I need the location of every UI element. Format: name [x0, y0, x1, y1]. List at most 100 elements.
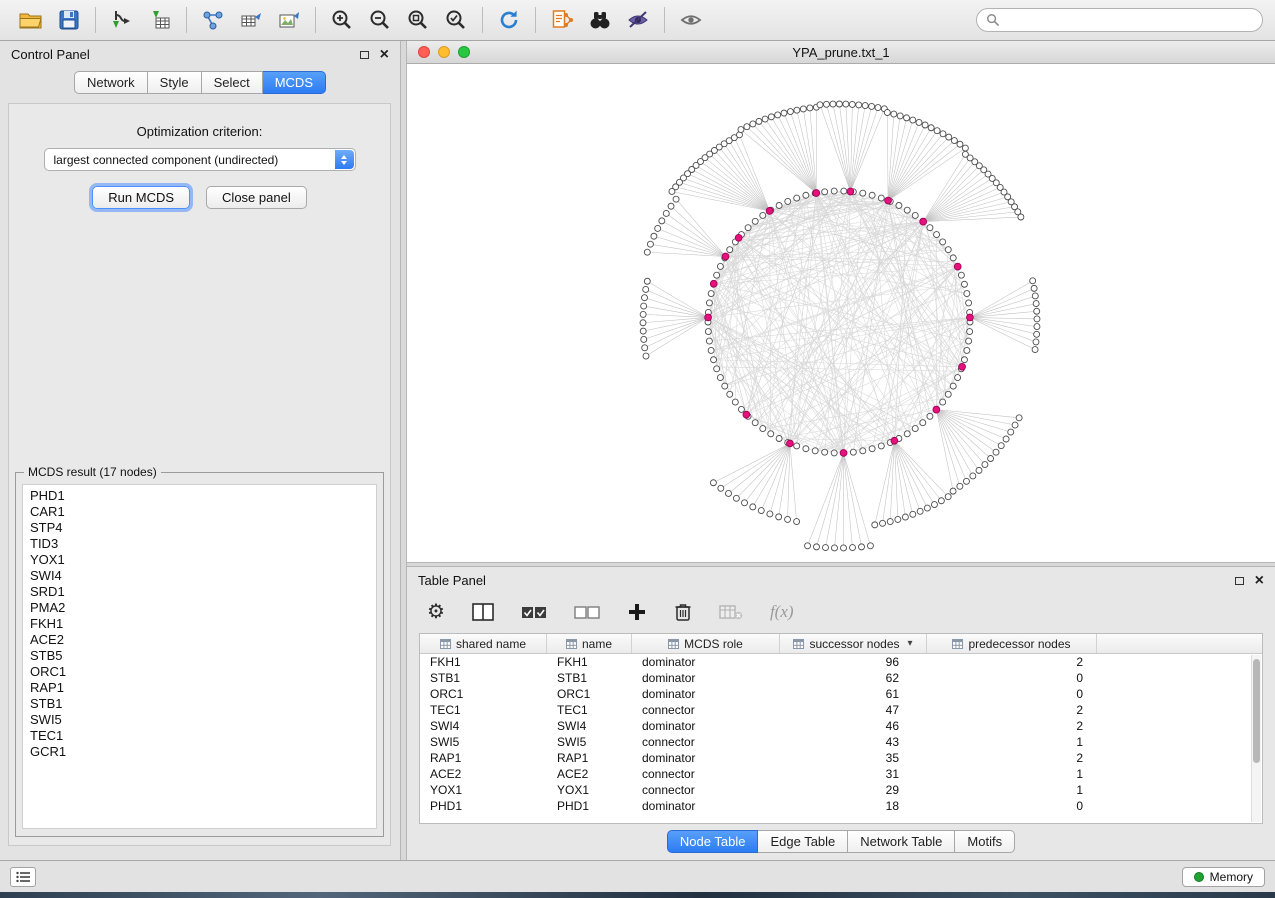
mcds-result-item[interactable]: PHD1 — [30, 488, 369, 504]
window-close-icon[interactable] — [418, 46, 430, 58]
column-header-predecessor-nodes[interactable]: predecessor nodes — [927, 634, 1097, 653]
table-row[interactable]: STB1STB1dominator620 — [420, 670, 1262, 686]
mcds-result-list[interactable]: PHD1CAR1STP4TID3YOX1SWI4SRD1PMA2FKH1ACE2… — [22, 484, 377, 829]
function-builder-button[interactable]: f(x) — [770, 602, 794, 622]
table-row[interactable]: SWI4SWI4dominator462 — [420, 718, 1262, 734]
table-row[interactable]: SWI5SWI5connector431 — [420, 734, 1262, 750]
mcds-result-item[interactable]: STP4 — [30, 520, 369, 536]
deselect-all-button[interactable] — [574, 603, 600, 621]
table-scrollbar-thumb[interactable] — [1253, 659, 1260, 763]
table-row[interactable]: ACE2ACE2connector311 — [420, 766, 1262, 782]
criterion-dropdown[interactable]: largest connected component (undirected) — [44, 148, 356, 171]
tab-style[interactable]: Style — [148, 71, 202, 94]
memory-button[interactable]: Memory — [1182, 867, 1265, 887]
tab-network-table[interactable]: Network Table — [848, 830, 955, 853]
close-table-panel-icon[interactable]: × — [1255, 575, 1264, 587]
close-panel-icon[interactable]: × — [380, 49, 389, 61]
column-type-icon — [566, 639, 577, 649]
apply-style-button[interactable] — [619, 3, 657, 37]
zoom-in-button[interactable] — [323, 3, 361, 37]
network-window-title: YPA_prune.txt_1 — [407, 45, 1275, 60]
control-panel-title: Control Panel — [11, 47, 90, 62]
table-row[interactable]: PHD1PHD1dominator180 — [420, 798, 1262, 814]
share-document-icon — [550, 8, 574, 32]
mcds-result-title: MCDS result (17 nodes) — [24, 465, 161, 479]
refresh-layout-button[interactable] — [490, 3, 528, 37]
import-table-button[interactable] — [141, 3, 179, 37]
export-image-button[interactable] — [270, 3, 308, 37]
mcds-result-groupbox: MCDS result (17 nodes) PHD1CAR1STP4TID3Y… — [15, 472, 384, 837]
float-table-panel-icon[interactable] — [1235, 577, 1244, 585]
search-box[interactable] — [976, 8, 1263, 32]
window-minimize-icon[interactable] — [438, 46, 450, 58]
mcds-result-item[interactable]: ORC1 — [30, 664, 369, 680]
mcds-result-item[interactable]: CAR1 — [30, 504, 369, 520]
show-columns-button[interactable] — [472, 603, 494, 621]
control-panel: Control Panel × NetworkStyleSelectMCDS O… — [0, 41, 400, 860]
tab-select[interactable]: Select — [202, 71, 263, 94]
tab-edge-table[interactable]: Edge Table — [758, 830, 848, 853]
control-panel-tabs: NetworkStyleSelectMCDS — [0, 71, 400, 94]
zoom-fit-button[interactable] — [399, 3, 437, 37]
tab-mcds[interactable]: MCDS — [263, 71, 326, 94]
search-network-button[interactable] — [581, 3, 619, 37]
style-eye-icon — [626, 8, 650, 32]
table-row[interactable]: ORC1ORC1dominator610 — [420, 686, 1262, 702]
task-history-button[interactable] — [10, 867, 36, 887]
delete-column-button[interactable] — [674, 602, 692, 622]
column-header-shared-name[interactable]: shared name — [420, 634, 547, 653]
zoom-out-button[interactable] — [361, 3, 399, 37]
table-row[interactable]: FKH1FKH1dominator962 — [420, 654, 1262, 670]
table-row[interactable]: TEC1TEC1connector472 — [420, 702, 1262, 718]
network-window: YPA_prune.txt_1 — [407, 41, 1275, 562]
toggle-visibility-button[interactable] — [672, 3, 710, 37]
table-tabs: Node TableEdge TableNetwork TableMotifs — [407, 830, 1275, 853]
mcds-result-item[interactable]: SWI4 — [30, 568, 369, 584]
table-scrollbar[interactable] — [1251, 655, 1261, 822]
export-table-button[interactable] — [232, 3, 270, 37]
mcds-result-item[interactable]: STB1 — [30, 696, 369, 712]
tab-node-table[interactable]: Node Table — [667, 830, 759, 853]
table-row[interactable]: YOX1YOX1connector291 — [420, 782, 1262, 798]
run-mcds-button[interactable]: Run MCDS — [92, 186, 190, 209]
tab-network[interactable]: Network — [74, 71, 148, 94]
export-network-button[interactable] — [194, 3, 232, 37]
column-header-successor-nodes[interactable]: successor nodes▾ — [780, 634, 927, 653]
window-maximize-icon[interactable] — [458, 46, 470, 58]
float-panel-icon[interactable] — [360, 51, 369, 59]
network-window-titlebar[interactable]: YPA_prune.txt_1 — [407, 41, 1275, 64]
add-column-button[interactable] — [627, 602, 647, 622]
share-document-button[interactable] — [543, 3, 581, 37]
mcds-result-item[interactable]: SRD1 — [30, 584, 369, 600]
close-panel-button[interactable]: Close panel — [206, 186, 307, 209]
open-file-button[interactable] — [12, 3, 50, 37]
vertical-splitter[interactable] — [400, 41, 407, 860]
mcds-result-item[interactable]: ACE2 — [30, 632, 369, 648]
mcds-result-item[interactable]: PMA2 — [30, 600, 369, 616]
import-network-icon — [110, 8, 134, 32]
select-all-button[interactable] — [521, 603, 547, 621]
mcds-result-item[interactable]: TEC1 — [30, 728, 369, 744]
mcds-result-item[interactable]: TID3 — [30, 536, 369, 552]
application-window: Control Panel × NetworkStyleSelectMCDS O… — [0, 0, 1275, 898]
mcds-result-item[interactable]: STB5 — [30, 648, 369, 664]
toolbar-separator — [315, 7, 316, 33]
save-session-button[interactable] — [50, 3, 88, 37]
mcds-result-item[interactable]: GCR1 — [30, 744, 369, 760]
mcds-result-item[interactable]: YOX1 — [30, 552, 369, 568]
table-row[interactable]: RAP1RAP1dominator352 — [420, 750, 1262, 766]
mcds-result-item[interactable]: SWI5 — [30, 712, 369, 728]
mcds-result-item[interactable]: RAP1 — [30, 680, 369, 696]
zoom-selected-button[interactable] — [437, 3, 475, 37]
import-network-button[interactable] — [103, 3, 141, 37]
columns-icon — [472, 603, 494, 621]
column-header-name[interactable]: name — [547, 634, 632, 653]
mcds-result-item[interactable]: FKH1 — [30, 616, 369, 632]
network-graph[interactable] — [407, 64, 1275, 562]
column-header-MCDS-role[interactable]: MCDS role — [632, 634, 780, 653]
search-input[interactable] — [1006, 13, 1253, 27]
column-type-icon — [668, 639, 679, 649]
tab-motifs[interactable]: Motifs — [955, 830, 1015, 853]
network-canvas[interactable] — [407, 64, 1275, 562]
table-settings-button[interactable]: ⚙ — [427, 602, 445, 622]
